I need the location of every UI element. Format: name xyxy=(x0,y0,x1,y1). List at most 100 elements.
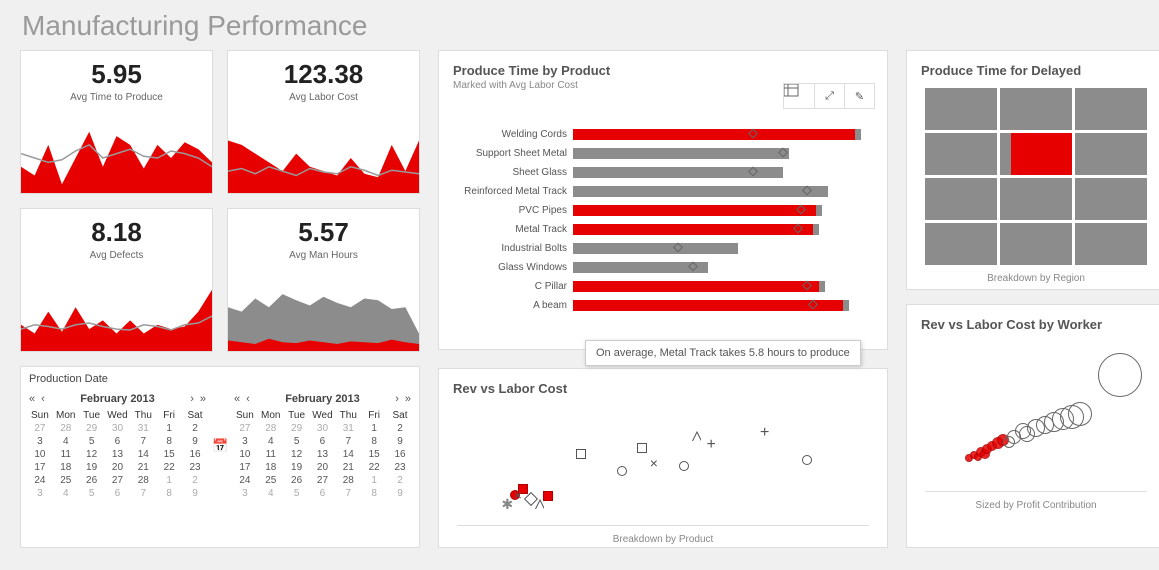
calendar-day[interactable]: 28 xyxy=(53,422,79,435)
calendar-day[interactable]: 7 xyxy=(130,487,156,500)
next-month-icon[interactable]: › xyxy=(393,393,401,405)
calendar-day[interactable]: 7 xyxy=(335,487,361,500)
calendar-day[interactable]: 9 xyxy=(387,435,413,448)
calendar-day[interactable]: 22 xyxy=(361,461,387,474)
calendar-day[interactable]: 7 xyxy=(130,435,156,448)
calendar-day[interactable]: 4 xyxy=(258,435,284,448)
calendar-day[interactable]: 14 xyxy=(335,448,361,461)
calendar-day[interactable]: 19 xyxy=(79,461,105,474)
calendar-day[interactable]: 9 xyxy=(182,435,208,448)
calendar-day[interactable]: 18 xyxy=(53,461,79,474)
calendar-day[interactable]: 8 xyxy=(361,435,387,448)
calendar-day[interactable]: 20 xyxy=(105,461,131,474)
calendar-day[interactable]: 6 xyxy=(310,487,336,500)
calendar-day[interactable]: 1 xyxy=(156,422,182,435)
calendar-day[interactable]: 11 xyxy=(258,448,284,461)
next-year-icon[interactable]: » xyxy=(403,393,413,405)
kpi-avg-labor[interactable]: 123.38 Avg Labor Cost xyxy=(227,50,420,194)
next-month-icon[interactable]: › xyxy=(188,393,196,405)
calendar-day[interactable]: 1 xyxy=(361,474,387,487)
calendar-day[interactable]: 2 xyxy=(387,474,413,487)
calendar-day[interactable]: 16 xyxy=(387,448,413,461)
calendar-day[interactable]: 23 xyxy=(387,461,413,474)
calendar-day[interactable]: 1 xyxy=(361,422,387,435)
prev-year-icon[interactable]: « xyxy=(232,393,242,405)
calendar-day[interactable]: 30 xyxy=(105,422,131,435)
calendar-day[interactable]: 2 xyxy=(182,474,208,487)
calendar-day[interactable]: 20 xyxy=(310,461,336,474)
calendar-day[interactable]: 17 xyxy=(27,461,53,474)
calendar-day[interactable]: 29 xyxy=(284,422,310,435)
calendar-day[interactable]: 11 xyxy=(53,448,79,461)
calendar-day[interactable]: 6 xyxy=(105,487,131,500)
calendar-day[interactable]: 9 xyxy=(182,487,208,500)
calendar-day[interactable]: 2 xyxy=(387,422,413,435)
date-range-picker[interactable]: Production Date « ‹ February 2013 › » Su… xyxy=(20,366,420,548)
expand-button[interactable]: ⤢ xyxy=(814,84,844,108)
next-year-icon[interactable]: » xyxy=(198,393,208,405)
calendar-day[interactable]: 5 xyxy=(284,435,310,448)
calendar-day[interactable]: 3 xyxy=(27,487,53,500)
bar-row[interactable]: Metal Track xyxy=(453,220,873,238)
calendar-day[interactable]: 3 xyxy=(232,487,258,500)
calendar-day[interactable]: 1 xyxy=(156,474,182,487)
calendar-day[interactable]: 14 xyxy=(130,448,156,461)
prev-year-icon[interactable]: « xyxy=(27,393,37,405)
calendar-day[interactable]: 3 xyxy=(232,435,258,448)
calendar-day[interactable]: 5 xyxy=(79,487,105,500)
calendar-day[interactable]: 7 xyxy=(335,435,361,448)
calendar-day[interactable]: 5 xyxy=(284,487,310,500)
calendar-day[interactable]: 8 xyxy=(361,487,387,500)
calendar-day[interactable]: 13 xyxy=(105,448,131,461)
bar-row[interactable]: Sheet Glass xyxy=(453,163,873,181)
calendar-left[interactable]: « ‹ February 2013 › » SunMonTueWedThuFri… xyxy=(21,387,214,506)
calendar-day[interactable]: 15 xyxy=(156,448,182,461)
calendar-day[interactable]: 16 xyxy=(182,448,208,461)
calendar-day[interactable]: 26 xyxy=(284,474,310,487)
bar-row[interactable]: Industrial Bolts xyxy=(453,239,873,257)
calendar-day[interactable]: 28 xyxy=(258,422,284,435)
calendar-day[interactable]: 17 xyxy=(232,461,258,474)
produce-time-panel[interactable]: Produce Time by Product Marked with Avg … xyxy=(438,50,888,350)
data-view-button[interactable] xyxy=(784,84,814,108)
calendar-day[interactable]: 9 xyxy=(387,487,413,500)
bar-row[interactable]: C Pillar xyxy=(453,277,873,295)
bar-row[interactable]: Reinforced Metal Track xyxy=(453,182,873,200)
calendar-day[interactable]: 25 xyxy=(53,474,79,487)
bar-row[interactable]: Support Sheet Metal xyxy=(453,144,873,162)
calendar-day[interactable]: 28 xyxy=(335,474,361,487)
calendar-day[interactable]: 30 xyxy=(310,422,336,435)
calendar-day[interactable]: 3 xyxy=(27,435,53,448)
calendar-day[interactable]: 13 xyxy=(310,448,336,461)
calendar-day[interactable]: 5 xyxy=(79,435,105,448)
calendar-day[interactable]: 31 xyxy=(335,422,361,435)
calendar-day[interactable]: 21 xyxy=(335,461,361,474)
calendar-day[interactable]: 15 xyxy=(361,448,387,461)
calendar-day[interactable]: 28 xyxy=(130,474,156,487)
calendar-day[interactable]: 12 xyxy=(79,448,105,461)
bar-row[interactable]: Welding Cords xyxy=(453,125,873,143)
calendar-day[interactable]: 23 xyxy=(182,461,208,474)
bar-row[interactable]: PVC Pipes xyxy=(453,201,873,219)
bar-row[interactable]: A beam xyxy=(453,296,873,314)
calendar-day[interactable]: 25 xyxy=(258,474,284,487)
calendar-day[interactable]: 4 xyxy=(53,487,79,500)
rev-vs-labor-worker-panel[interactable]: Rev vs Labor Cost by Worker Sized by Pro… xyxy=(906,304,1159,548)
calendar-day[interactable]: 19 xyxy=(284,461,310,474)
calendar-day[interactable]: 10 xyxy=(232,448,258,461)
calendar-day[interactable]: 27 xyxy=(105,474,131,487)
calendar-day[interactable]: 4 xyxy=(258,487,284,500)
calendar-day[interactable]: 24 xyxy=(27,474,53,487)
calendar-day[interactable]: 27 xyxy=(232,422,258,435)
calendar-day[interactable]: 10 xyxy=(27,448,53,461)
calendar-day[interactable]: 2 xyxy=(182,422,208,435)
calendar-day[interactable]: 8 xyxy=(156,435,182,448)
calendar-day[interactable]: 27 xyxy=(310,474,336,487)
calendar-day[interactable]: 31 xyxy=(130,422,156,435)
calendar-day[interactable]: 6 xyxy=(105,435,131,448)
kpi-avg-time[interactable]: 5.95 Avg Time to Produce xyxy=(20,50,213,194)
calendar-right[interactable]: « ‹ February 2013 › » SunMonTueWedThuFri… xyxy=(226,387,419,506)
calendar-day[interactable]: 22 xyxy=(156,461,182,474)
calendar-day[interactable]: 4 xyxy=(53,435,79,448)
edit-button[interactable]: ✎ xyxy=(844,84,874,108)
